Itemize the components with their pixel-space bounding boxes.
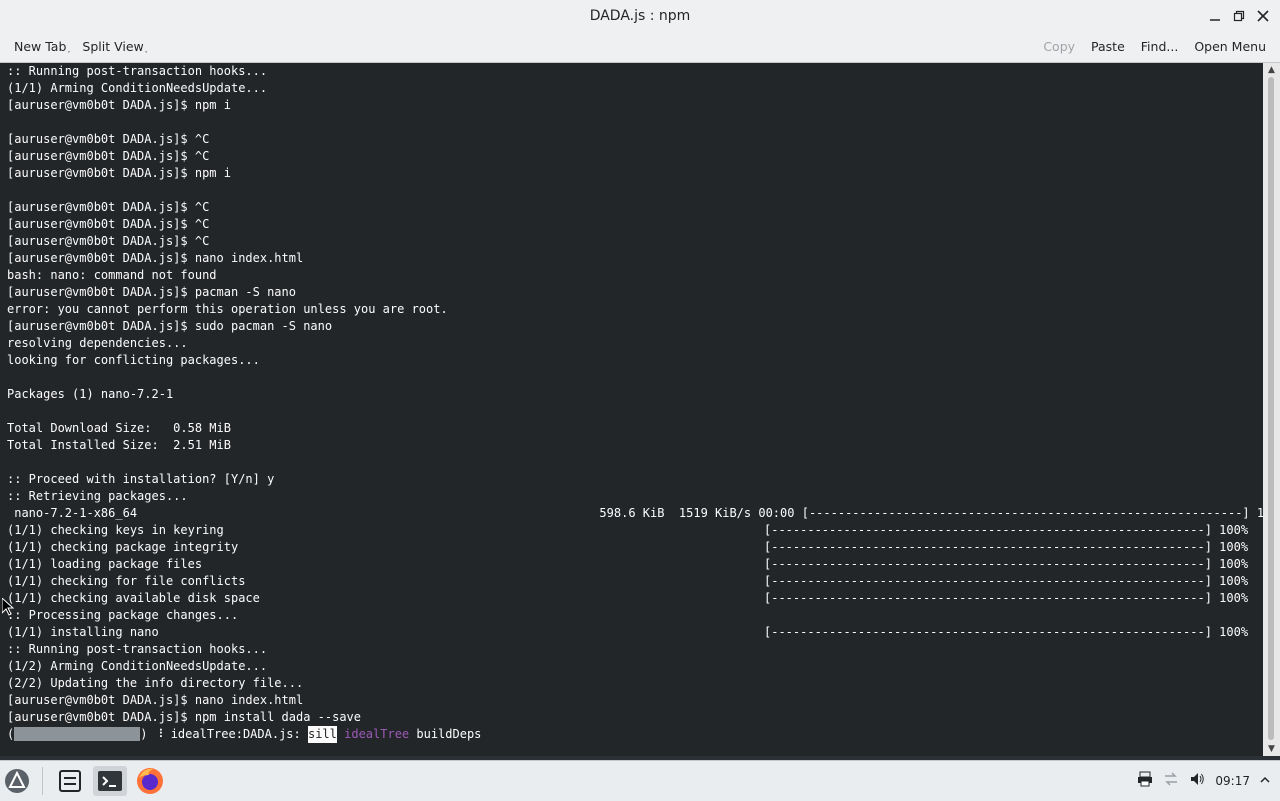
progress-label: (1/1) checking available disk space	[7, 591, 260, 605]
window-title: DADA.js : npm	[589, 8, 691, 24]
terminal-line: [auruser@vm0b0t DADA.js]$ ^C	[7, 132, 210, 146]
terminal-line: [auruser@vm0b0t DADA.js]$ ^C	[7, 200, 210, 214]
progress-bar-text: [---------------------------------------…	[764, 523, 1249, 537]
npm-progress-open: (	[7, 727, 15, 741]
terminal-task-icon[interactable]	[93, 766, 127, 796]
file-manager-icon[interactable]	[55, 766, 85, 796]
terminal-progress-line: (1/1) checking package integrity [-------…	[7, 539, 1263, 556]
npm-spinner-icon: ⠸	[154, 727, 164, 741]
terminal-line: :: Running post-transaction hooks...	[7, 642, 268, 656]
npm-status-prefix: idealTree:DADA.js:	[163, 727, 308, 741]
terminal-progress-line: nano-7.2-1-x86_64 598.6 KiB 1519 KiB/s 0…	[7, 505, 1263, 522]
terminal-line: (2/2) Updating the info directory file..…	[7, 676, 304, 690]
terminal-line: :: Proceed with installation? [Y/n] y	[7, 472, 275, 486]
terminal-line: Packages (1) nano-7.2-1	[7, 387, 174, 401]
terminal-progress-line: (1/1) installing nano [------------------…	[7, 624, 1263, 641]
terminal-line: [auruser@vm0b0t DADA.js]$ ^C	[7, 217, 210, 231]
taskbar-separator	[42, 767, 43, 795]
scrollbar-thumb[interactable]	[1268, 77, 1274, 740]
download-info: nano-7.2-1-x86_64 598.6 KiB 1519 KiB/s 0…	[7, 506, 802, 520]
app-launcher-icon[interactable]	[2, 766, 32, 796]
terminal-line: Total Installed Size: 2.51 MiB	[7, 438, 231, 452]
expand-tray-icon[interactable]	[1260, 774, 1270, 788]
terminal-line: [auruser@vm0b0t DADA.js]$ npm i	[7, 166, 231, 180]
terminal-toolbar: New Tab Split View Copy Paste Find... Op…	[0, 32, 1280, 63]
terminal-line: [auruser@vm0b0t DADA.js]$ nano index.htm…	[7, 693, 304, 707]
printer-icon[interactable]	[1137, 771, 1153, 790]
split-view-button[interactable]: Split View	[82, 39, 147, 54]
terminal-line: error: you cannot perform this operation…	[7, 302, 448, 316]
terminal-line: Total Download Size: 0.58 MiB	[7, 421, 231, 435]
npm-log-level-badge: sill	[307, 726, 337, 743]
network-icon[interactable]	[1163, 771, 1179, 790]
progress-label: (1/1) checking package integrity	[7, 540, 239, 554]
terminal-progress-line: (1/1) checking for file conflicts [------…	[7, 573, 1263, 590]
maximize-icon[interactable]	[1230, 6, 1248, 26]
progress-bar-text: [---------------------------------------…	[764, 625, 1249, 639]
terminal-scrollbar[interactable]: ▲ ▼	[1263, 63, 1280, 756]
terminal-line: [auruser@vm0b0t DADA.js]$ nano index.htm…	[7, 251, 304, 265]
find-button[interactable]: Find...	[1141, 39, 1179, 54]
progress-bar-text: [---------------------------------------…	[764, 540, 1249, 554]
terminal-progress-line: (1/1) checking available disk space [----…	[7, 590, 1263, 607]
system-tray: 09:17	[1137, 771, 1270, 790]
progress-label: (1/1) loading package files	[7, 557, 203, 571]
terminal-line: bash: nano: command not found	[7, 268, 217, 282]
terminal-progress-line: (1/1) loading package files [------------…	[7, 556, 1263, 573]
terminal-line: [auruser@vm0b0t DADA.js]$ npm install da…	[7, 710, 362, 724]
volume-icon[interactable]	[1189, 771, 1205, 790]
terminal-line: [auruser@vm0b0t DADA.js]$ ^C	[7, 149, 210, 163]
terminal-lines: :: Running post-transaction hooks... (1/1…	[0, 63, 1263, 743]
minimize-icon[interactable]	[1206, 6, 1224, 26]
terminal-line: [auruser@vm0b0t DADA.js]$ sudo pacman -S…	[7, 319, 333, 333]
npm-action: buildDeps	[409, 727, 482, 741]
terminal-line: [auruser@vm0b0t DADA.js]$ npm i	[7, 98, 231, 112]
progress-bar-text: [---------------------------------------…	[764, 557, 1249, 571]
progress-bar-text: [---------------------------------------…	[801, 506, 1263, 520]
progress-label: (1/1) installing nano	[7, 625, 159, 639]
progress-bar-text: [---------------------------------------…	[764, 591, 1249, 605]
terminal-output[interactable]: :: Running post-transaction hooks... (1/1…	[0, 63, 1263, 756]
mouse-cursor-icon	[1, 596, 15, 620]
terminal-line: (1/1) Arming ConditionNeedsUpdate...	[7, 81, 268, 95]
scroll-down-icon[interactable]: ▼	[1263, 742, 1280, 756]
taskbar: 09:17	[0, 760, 1280, 801]
progress-label: (1/1) checking for file conflicts	[7, 574, 246, 588]
terminal-line: (1/2) Arming ConditionNeedsUpdate...	[7, 659, 268, 673]
terminal-progress-line: (1/1) checking keys in keyring [---------…	[7, 522, 1263, 539]
terminal-line: resolving dependencies...	[7, 336, 188, 350]
terminal-line: :: Retrieving packages...	[7, 489, 188, 503]
clock[interactable]: 09:17	[1215, 774, 1250, 788]
paste-button[interactable]: Paste	[1091, 39, 1125, 54]
new-tab-button[interactable]: New Tab	[14, 39, 70, 54]
close-icon[interactable]	[1254, 6, 1272, 26]
firefox-icon[interactable]	[135, 766, 165, 796]
terminal-line: :: Running post-transaction hooks...	[7, 64, 268, 78]
scroll-up-icon[interactable]: ▲	[1263, 63, 1280, 77]
npm-progress-close: )	[140, 727, 155, 741]
npm-progress-bar	[14, 727, 141, 741]
window-controls	[1206, 6, 1272, 26]
terminal-line: :: Processing package changes...	[7, 608, 239, 622]
npm-status-line: () ⠸ idealTree:DADA.js: sill idealTree b…	[7, 726, 1263, 743]
terminal-line: [auruser@vm0b0t DADA.js]$ ^C	[7, 234, 210, 248]
npm-stage: idealTree	[344, 727, 410, 741]
copy-button[interactable]: Copy	[1043, 39, 1075, 54]
terminal-line: looking for conflicting packages...	[7, 353, 260, 367]
terminal-line: [auruser@vm0b0t DADA.js]$ pacman -S nano	[7, 285, 296, 299]
window-titlebar: DADA.js : npm	[0, 0, 1280, 32]
progress-bar-text: [---------------------------------------…	[764, 574, 1249, 588]
progress-label: (1/1) checking keys in keyring	[7, 523, 224, 537]
open-menu-button[interactable]: Open Menu	[1194, 39, 1266, 54]
